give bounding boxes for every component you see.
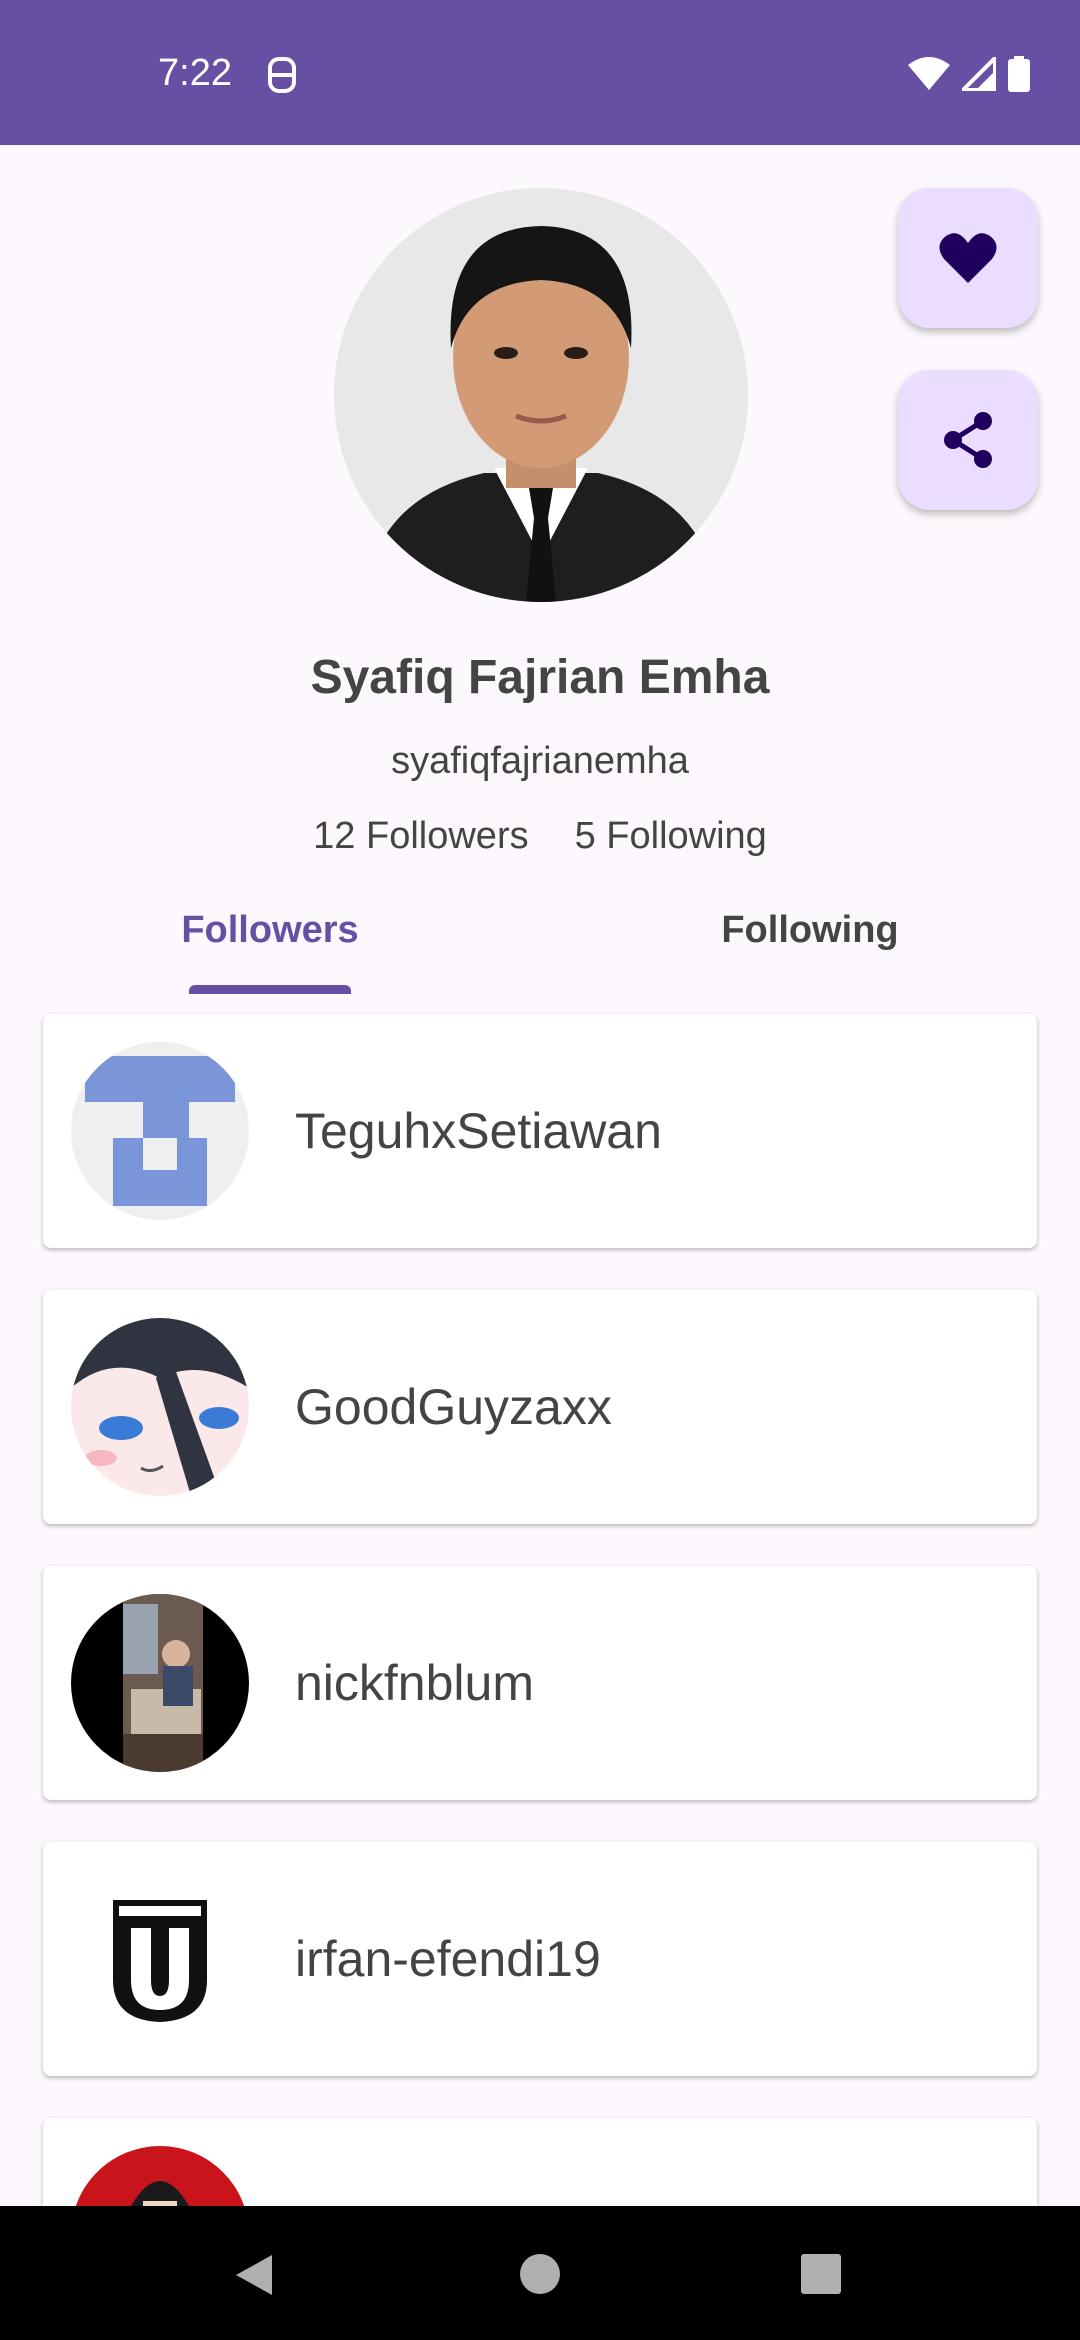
identicon-avatar (71, 1042, 249, 1220)
list-item[interactable]: GoodGuyzaxx (43, 1290, 1037, 1524)
battery-icon (1008, 56, 1030, 92)
follower-login: nickfnblum (295, 1655, 534, 1711)
follower-login: irfan-efendi19 (295, 1931, 601, 1987)
follow-counts: 12 Followers 5 Following (0, 815, 1080, 858)
profile-username: syafiqfajrianemha (391, 740, 689, 782)
tab-following[interactable]: Following (540, 890, 1080, 995)
follower-login: GoodGuyzaxx (295, 1379, 612, 1435)
recents-icon[interactable] (800, 2253, 842, 2295)
status-icons (908, 56, 1030, 92)
status-time: 7:22 (158, 52, 232, 94)
avatar (71, 1042, 249, 1220)
list-item[interactable]: TeguhxSetiawan (43, 1014, 1037, 1248)
profile-name: Syafiq Fajrian Emha (310, 651, 770, 704)
avatar (71, 1870, 249, 2048)
wifi-icon (908, 57, 950, 90)
shield-logo-avatar (71, 1870, 249, 2048)
status-bar: 7:22 (0, 0, 1080, 145)
home-icon[interactable] (519, 2253, 561, 2295)
favorite-button[interactable] (898, 188, 1038, 328)
person-portrait (334, 188, 748, 602)
avatar (71, 1318, 249, 1496)
signal-icon (962, 57, 996, 91)
list-item[interactable]: irfan-efendi19 (43, 1842, 1037, 2076)
tab-followers[interactable]: Followers (0, 890, 540, 995)
followers-count: 12 Followers (313, 815, 529, 857)
navigation-bar (0, 2206, 1080, 2340)
notification-icon (268, 57, 296, 93)
share-button[interactable] (898, 370, 1038, 510)
anime-avatar (71, 1318, 249, 1496)
avatar (71, 1594, 249, 1772)
photo-avatar (71, 1594, 249, 1772)
profile-photo (334, 188, 748, 602)
tab-indicator (189, 985, 351, 994)
share-icon (944, 412, 992, 468)
list-item[interactable]: nickfnblum (43, 1566, 1037, 1800)
tab-bar: Followers Following (0, 890, 1080, 995)
following-count: 5 Following (574, 815, 767, 857)
back-icon[interactable] (234, 2253, 274, 2297)
follower-login: TeguhxSetiawan (295, 1103, 662, 1159)
heart-icon (939, 233, 997, 283)
